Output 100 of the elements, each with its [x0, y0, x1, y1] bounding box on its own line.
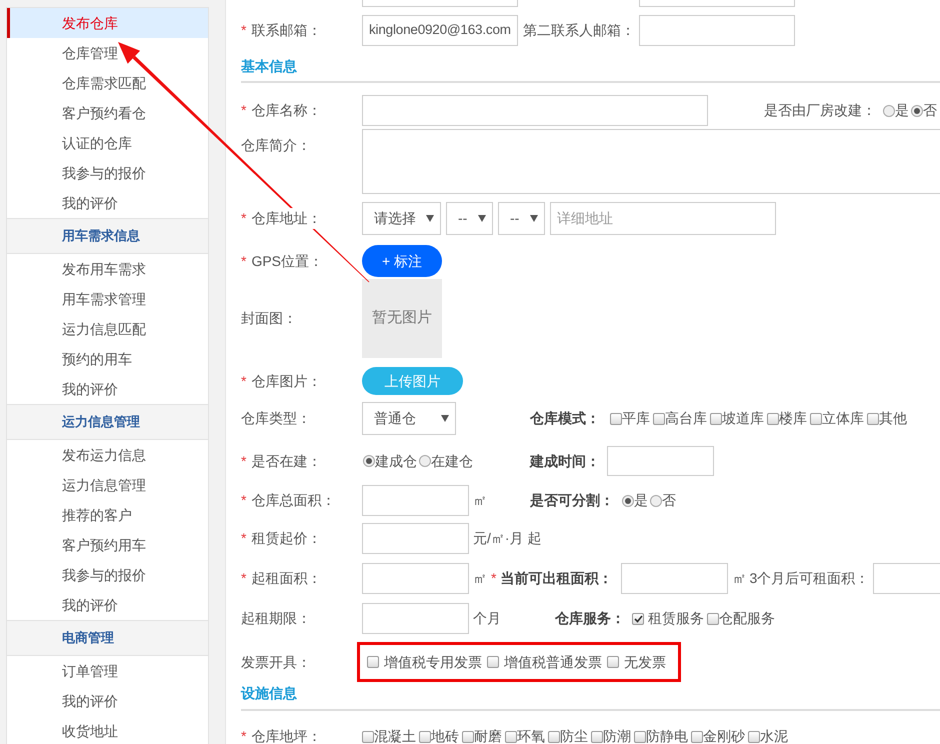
sidebar-item[interactable]: 发布仓库: [7, 8, 208, 38]
input-field[interactable]: [362, 95, 708, 126]
radio-label: 是: [895, 101, 909, 120]
placeholder-text: 暂无图片: [372, 308, 432, 328]
checkbox[interactable]: [634, 730, 646, 742]
input-field[interactable]: [639, 15, 795, 46]
caret-icon: [441, 415, 449, 422]
checkbox[interactable]: [767, 412, 779, 424]
sidebar-item[interactable]: 我的评价: [7, 188, 208, 218]
checkbox[interactable]: [419, 730, 431, 742]
checkbox-label: 防尘: [560, 727, 588, 744]
checkbox-label: 增值税专用发票: [384, 652, 482, 672]
section-title: 设施信息: [241, 685, 298, 701]
radio-button[interactable]: [622, 494, 634, 506]
mark-location-button[interactable]: + 标注: [362, 245, 442, 277]
sidebar-item[interactable]: 收货地址: [7, 716, 208, 744]
radio-label: 是: [634, 491, 648, 510]
radio-label: 否: [923, 101, 937, 120]
radio-button[interactable]: [363, 455, 375, 467]
input-field[interactable]: [362, 485, 469, 516]
checkbox-label: 坡道库: [722, 409, 764, 428]
sidebar-item[interactable]: 我参与的报价: [7, 560, 208, 590]
required-mark: *: [241, 101, 246, 120]
checkbox[interactable]: [653, 412, 665, 424]
checkbox-label: 耐磨: [474, 727, 502, 744]
checkbox[interactable]: [367, 656, 379, 668]
sidebar-item[interactable]: 仓库管理: [7, 38, 208, 68]
radio-button[interactable]: [419, 455, 431, 467]
checkbox-label: 平库: [622, 409, 650, 428]
checkbox-label: 高台库: [665, 409, 707, 428]
checkbox[interactable]: [710, 412, 722, 424]
field-label: 建成时间：: [530, 452, 600, 470]
input-field[interactable]: kinglone0920@163.com: [362, 15, 518, 46]
section-header: 用车需求信息: [7, 218, 208, 254]
sidebar-item[interactable]: 我参与的报价: [7, 158, 208, 188]
checkbox[interactable]: [607, 656, 619, 668]
input-field[interactable]: [621, 563, 728, 594]
required-mark: *: [241, 727, 246, 744]
field-label: 仓库模式：: [530, 409, 600, 428]
unit-label: ㎡: [473, 569, 487, 588]
sidebar-item[interactable]: 预约的用车: [7, 344, 208, 374]
sidebar-item[interactable]: 仓库需求匹配: [7, 68, 208, 98]
checkbox[interactable]: [610, 412, 622, 424]
input-field[interactable]: [362, 603, 469, 634]
input-field[interactable]: [607, 446, 714, 476]
caret-icon: [478, 215, 486, 222]
select-dropdown[interactable]: --: [498, 202, 545, 235]
checkbox[interactable]: [632, 612, 644, 624]
caret-icon: [426, 215, 434, 222]
checkbox[interactable]: [362, 730, 374, 742]
radio-button[interactable]: [911, 104, 923, 116]
checkbox-label: 无发票: [624, 652, 666, 672]
sidebar-item[interactable]: 我的评价: [7, 374, 208, 404]
input-field[interactable]: [362, 523, 469, 554]
checkbox-label: 增值税普通发票: [504, 652, 602, 672]
required-mark: *: [241, 452, 246, 470]
checkbox[interactable]: [591, 730, 603, 742]
unit-label: ㎡: [732, 569, 746, 588]
input-field[interactable]: [362, 129, 940, 194]
sidebar-item[interactable]: 客户预约用车: [7, 530, 208, 560]
sidebar-item[interactable]: 我的评价: [7, 686, 208, 716]
checkbox[interactable]: [505, 730, 517, 742]
sidebar-item[interactable]: 用车需求管理: [7, 284, 208, 314]
field-label: 仓库服务：: [555, 609, 625, 628]
sidebar-item[interactable]: 运力信息管理: [7, 470, 208, 500]
sidebar-item[interactable]: 客户预约看仓: [7, 98, 208, 128]
sidebar-item[interactable]: 认证的仓库: [7, 128, 208, 158]
required-mark: *: [241, 21, 246, 40]
sidebar-item[interactable]: 发布运力信息: [7, 440, 208, 470]
checkbox-label: 混凝土: [374, 727, 416, 744]
checkbox[interactable]: [548, 730, 560, 742]
checkbox[interactable]: [810, 412, 822, 424]
checkbox[interactable]: [867, 412, 879, 424]
checkbox[interactable]: [707, 612, 719, 624]
checkbox-label: 地砖: [431, 727, 459, 744]
select-dropdown[interactable]: --: [446, 202, 493, 235]
checkbox[interactable]: [748, 730, 760, 742]
checkbox[interactable]: [462, 730, 474, 742]
sidebar-item[interactable]: 订单管理: [7, 656, 208, 686]
caret-icon: [530, 215, 538, 222]
field-label: 是否可分割：: [530, 491, 614, 510]
checkbox-label: 防潮: [603, 727, 631, 744]
sidebar-item[interactable]: 我的评价: [7, 590, 208, 620]
radio-button[interactable]: [650, 494, 662, 506]
sidebar-item[interactable]: 运力信息匹配: [7, 314, 208, 344]
select-dropdown[interactable]: 普通仓: [362, 402, 456, 435]
checkbox[interactable]: [487, 656, 499, 668]
select-dropdown[interactable]: 请选择: [362, 202, 441, 235]
required-mark: *: [241, 529, 246, 548]
required-mark: *: [241, 491, 246, 510]
input-field[interactable]: [362, 563, 469, 594]
required-mark: *: [241, 569, 246, 588]
radio-button[interactable]: [883, 104, 895, 116]
unit-label: 个月: [473, 609, 502, 628]
sidebar-item[interactable]: 发布用车需求: [7, 254, 208, 284]
sidebar-item[interactable]: 推荐的客户: [7, 500, 208, 530]
checkbox[interactable]: [691, 730, 703, 742]
checkbox-label: 租赁服务: [648, 609, 704, 628]
input-field[interactable]: [873, 563, 940, 594]
required-mark: *: [241, 209, 246, 228]
